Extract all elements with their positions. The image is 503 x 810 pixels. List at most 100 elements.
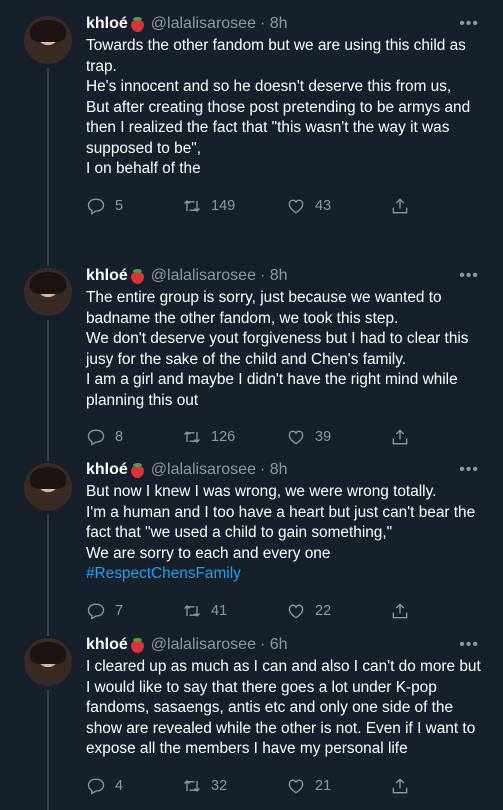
display-name[interactable]: khloé [86, 15, 128, 33]
retweet-button[interactable]: 41 [182, 601, 286, 621]
avatar-column [24, 451, 86, 628]
like-button[interactable]: 43 [286, 196, 390, 216]
tweet-text-line: But after creating those post pretending… [86, 98, 471, 157]
tweet-body: khloé @lalalisarosee · 8h ••• But now I … [86, 451, 487, 628]
thread-line [47, 254, 49, 266]
retweet-count: 32 [211, 777, 228, 794]
retweet-count: 149 [211, 197, 236, 214]
retweet-count: 126 [211, 429, 236, 445]
reply-button[interactable]: 4 [86, 776, 182, 796]
tweet[interactable]: khloé @lalalisarosee · 6h ••• I cleared … [0, 628, 503, 810]
display-name[interactable]: khloé [86, 636, 128, 654]
avatar[interactable] [24, 268, 72, 316]
reply-icon [87, 198, 105, 215]
share-icon [392, 429, 408, 445]
retweet-button[interactable]: 32 [182, 776, 286, 796]
tweet-text: But now I knew I was wrong, we were wron… [86, 482, 487, 585]
like-button[interactable]: 39 [286, 427, 390, 447]
tweet-header: khloé @lalalisarosee · 6h ••• [86, 634, 487, 656]
reply-count: 7 [115, 602, 124, 619]
thread-line [47, 690, 49, 810]
reply-icon [87, 603, 105, 620]
tweet-text: Towards the other fandom but we are usin… [86, 36, 487, 180]
thread-line [47, 628, 49, 636]
avatar[interactable] [24, 463, 72, 511]
tweet-text-line: We are sorry to each and every one [86, 544, 331, 562]
tweet-actions: 5 149 43 [86, 196, 487, 216]
share-icon [392, 197, 408, 213]
retweet-icon [184, 431, 200, 443]
reply-count: 5 [115, 197, 124, 214]
tweet[interactable]: khloé @lalalisarosee · 8h ••• But now I … [0, 451, 503, 628]
retweet-icon [184, 779, 200, 792]
like-count: 22 [315, 602, 332, 619]
user-handle[interactable]: @lalalisarosee [151, 461, 256, 479]
like-button[interactable]: 21 [286, 776, 390, 796]
timestamp[interactable]: · 6h [260, 636, 288, 654]
retweet-icon [184, 199, 200, 212]
like-button[interactable]: 22 [286, 601, 390, 621]
like-icon [288, 603, 304, 618]
reply-icon [87, 778, 105, 795]
avatar[interactable] [24, 16, 72, 64]
tweet-actions: 8 126 39 [86, 427, 487, 447]
more-options-icon[interactable]: ••• [459, 461, 479, 479]
tweet-actions: 7 41 22 [86, 601, 487, 621]
user-handle[interactable]: @lalalisarosee [151, 15, 256, 33]
tweet-header: khloé @lalalisarosee · 8h ••• [86, 13, 487, 35]
thread-line [47, 451, 49, 461]
retweet-button[interactable]: 149 [182, 196, 286, 216]
tweet-body: khloé @lalalisarosee · 6h ••• I cleared … [86, 628, 487, 810]
tweet-text-line: I cleared up as much as I can and also I… [86, 658, 481, 757]
tweet-text-line: I am a girl and maybe I didn't have the … [86, 371, 458, 409]
tweet-header: khloé @lalalisarosee · 8h ••• [86, 265, 487, 287]
tweet-text-line: He's innocent and so he doesn't deserve … [86, 78, 452, 95]
share-button[interactable] [390, 196, 410, 216]
strawberry-emoji [130, 462, 145, 478]
timestamp[interactable]: · 8h [260, 461, 288, 479]
timestamp[interactable]: · 8h [260, 15, 288, 33]
more-options-icon[interactable]: ••• [459, 267, 479, 285]
display-name[interactable]: khloé [86, 267, 128, 285]
share-icon [392, 602, 408, 618]
tweet[interactable]: khloé @lalalisarosee · 8h ••• The entire… [0, 254, 503, 451]
more-options-icon[interactable]: ••• [459, 636, 479, 654]
strawberry-emoji [130, 637, 145, 653]
display-name[interactable]: khloé [86, 461, 128, 479]
thread-timeline: khloé @lalalisarosee · 8h ••• Towards th… [0, 0, 503, 810]
avatar[interactable] [24, 638, 72, 686]
like-count: 39 [315, 429, 332, 445]
tweet-header: khloé @lalalisarosee · 8h ••• [86, 459, 487, 481]
share-icon [392, 777, 408, 793]
reply-button[interactable]: 8 [86, 427, 182, 447]
like-count: 43 [315, 197, 332, 214]
more-options-icon[interactable]: ••• [459, 15, 479, 33]
user-handle[interactable]: @lalalisarosee [151, 267, 256, 285]
reply-button[interactable]: 5 [86, 196, 182, 216]
like-count: 21 [315, 777, 332, 794]
tweet[interactable]: khloé @lalalisarosee · 8h ••• Towards th… [0, 0, 503, 254]
tweet-body: khloé @lalalisarosee · 8h ••• Towards th… [86, 0, 487, 254]
hashtag-link[interactable]: #RespectChensFamily [86, 564, 487, 585]
share-button[interactable] [390, 427, 410, 447]
strawberry-emoji [130, 16, 145, 32]
avatar-column [24, 254, 86, 451]
reply-count: 4 [115, 777, 124, 794]
tweet-text-line: The entire group is sorry, just because … [86, 289, 442, 327]
tweet-actions: 4 32 21 [86, 776, 487, 796]
tweet-text-line: But now I knew I was wrong, we were wron… [86, 483, 437, 500]
like-icon [288, 198, 304, 213]
tweet-text-line: We don't deserve yout forgiveness but I … [86, 330, 469, 368]
tweet-text-line: Towards the other fandom but we are usin… [86, 37, 466, 75]
like-icon [288, 430, 304, 445]
reply-count: 8 [115, 429, 124, 445]
tweet-text: I cleared up as much as I can and also I… [86, 657, 487, 760]
avatar-column [24, 628, 86, 810]
share-button[interactable] [390, 601, 410, 621]
timestamp[interactable]: · 8h [260, 267, 288, 285]
retweet-button[interactable]: 126 [182, 427, 286, 447]
reply-button[interactable]: 7 [86, 601, 182, 621]
tweet-text-line: I'm a human and I too have a heart but j… [86, 503, 476, 542]
share-button[interactable] [390, 776, 410, 796]
user-handle[interactable]: @lalalisarosee [151, 636, 256, 654]
